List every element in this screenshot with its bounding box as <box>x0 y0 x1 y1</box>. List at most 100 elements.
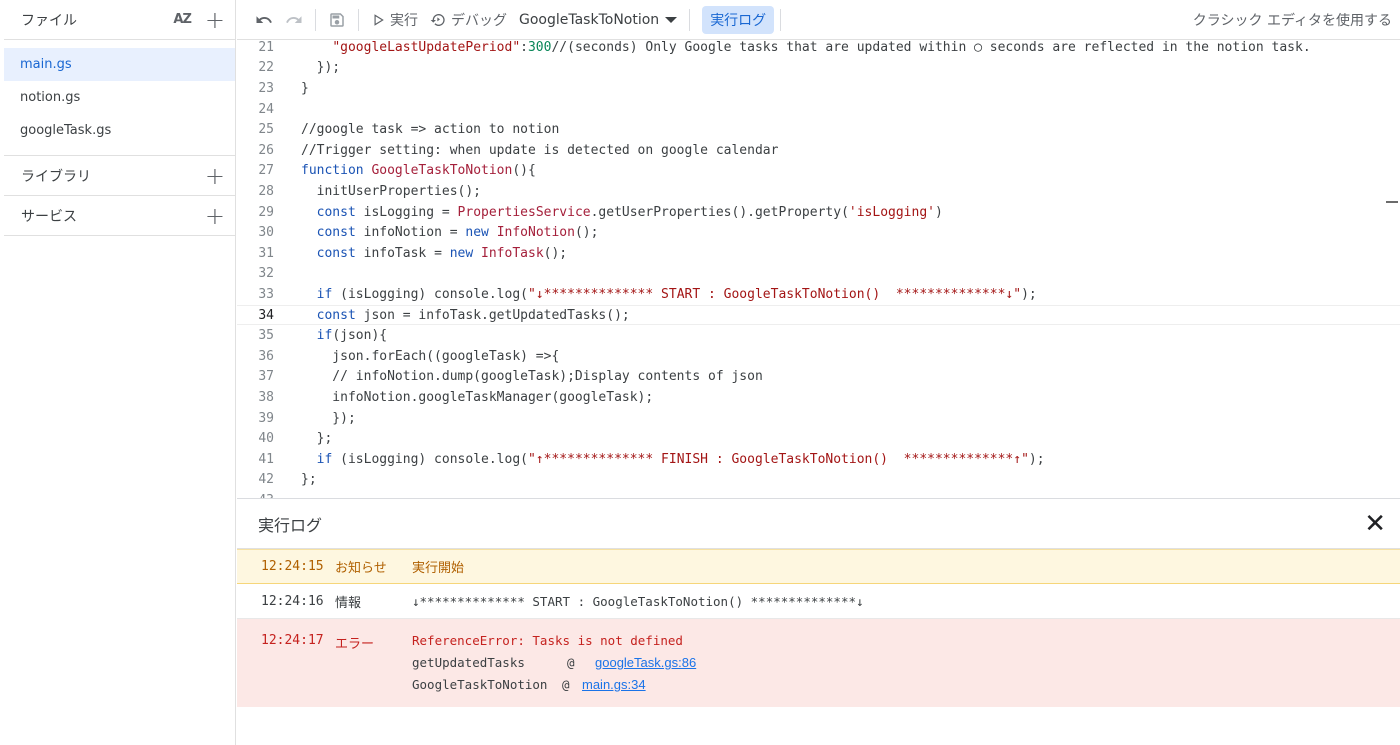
line-number: 26 <box>258 142 274 158</box>
code-line[interactable]: 26 //Trigger setting: when update is dete… <box>237 140 1400 161</box>
code-text: if(json){ <box>316 328 388 344</box>
code-line[interactable]: 41 if (isLogging) console.log("↑********… <box>237 449 1400 470</box>
line-number: 31 <box>258 245 274 261</box>
log-message: 実行開始 <box>412 561 465 576</box>
log-level: エラー <box>335 637 375 652</box>
execution-log-toggle[interactable]: 実行ログ <box>702 5 775 34</box>
log-time: 12:24:17 <box>261 633 324 648</box>
line-number: 34 <box>258 307 274 323</box>
sort-az-icon[interactable]: AZ <box>173 13 191 26</box>
code-line[interactable]: 38 infoNotion.googleTaskManager(googleTa… <box>237 387 1400 408</box>
code-line[interactable]: 23} <box>237 78 1400 99</box>
code-text: }); <box>301 60 341 76</box>
save-icon <box>330 12 344 27</box>
line-number: 36 <box>258 348 274 364</box>
toolbar-divider <box>780 8 782 31</box>
close-icon[interactable]: ✕ <box>1364 511 1386 537</box>
code-text: //Trigger setting: when update is detect… <box>301 142 779 158</box>
line-number: 37 <box>258 369 274 385</box>
code-line[interactable]: 40 }; <box>237 428 1400 449</box>
code-line[interactable]: 33 if (isLogging) console.log("↓********… <box>237 284 1400 305</box>
line-number: 23 <box>258 80 274 96</box>
line-number: 25 <box>258 122 274 138</box>
libraries-section: ライブラリ + <box>4 156 235 196</box>
trace-link-main[interactable]: main.gs:34 <box>582 677 646 692</box>
code-line[interactable]: 39 }); <box>237 408 1400 429</box>
file-item-notion[interactable]: notion.gs <box>4 81 235 114</box>
log-row-info: 12:24:16 情報 ↓************** START : Goog… <box>237 584 1400 619</box>
debug-icon <box>430 13 445 26</box>
code-line[interactable]: 42}; <box>237 470 1400 491</box>
code-line[interactable]: 29 const isLogging = PropertiesService.g… <box>237 202 1400 223</box>
code-line[interactable]: 37 // infoNotion.dump(googleTask);Displa… <box>237 367 1400 388</box>
code-line[interactable]: 27 function GoogleTaskToNotion(){ <box>237 161 1400 182</box>
code-line[interactable]: 25 //google task => action to notion <box>237 119 1400 140</box>
undo-button[interactable] <box>249 6 279 34</box>
code-line[interactable]: 32 <box>237 264 1400 285</box>
log-time: 12:24:16 <box>261 593 324 609</box>
add-service-icon[interactable]: + <box>205 204 225 228</box>
code-line[interactable]: 43 <box>237 490 1400 498</box>
stack-trace-line: getUpdatedTasks @ googleTask.gs:86 <box>412 655 1400 670</box>
classic-editor-link[interactable]: クラシック エディタを使用する <box>1193 10 1400 30</box>
code-text: initUserProperties(); <box>301 183 482 199</box>
line-number: 32 <box>258 266 274 282</box>
line-number: 22 <box>258 60 274 76</box>
scrollbar-marker[interactable] <box>1386 201 1398 203</box>
save-button[interactable] <box>322 6 352 34</box>
code-text: } <box>301 80 309 96</box>
log-title: 実行ログ <box>258 515 323 535</box>
code-line[interactable]: 31 const infoTask = new InfoTask(); <box>237 243 1400 264</box>
code-line[interactable]: 22 }); <box>237 58 1400 79</box>
redo-icon <box>286 15 302 23</box>
file-item-main[interactable]: main.gs <box>4 48 235 81</box>
add-file-icon[interactable]: + <box>205 8 225 32</box>
line-number: 35 <box>258 328 274 344</box>
code-line[interactable]: 21 "googleLastUpdatePeriod":300//(second… <box>237 40 1400 58</box>
code-line[interactable]: 24 <box>237 99 1400 120</box>
line-number: 33 <box>258 286 274 302</box>
code-text: if (isLogging) console.log("↓***********… <box>316 286 1037 302</box>
undo-icon <box>256 15 272 23</box>
code-line[interactable]: 35 if(json){ <box>237 325 1400 346</box>
log-row-notice: 12:24:15 お知らせ 実行開始 <box>237 549 1400 584</box>
code-text: if (isLogging) console.log("↑***********… <box>316 451 1045 467</box>
code-text: //google task => action to notion <box>301 122 560 138</box>
log-time: 12:24:15 <box>261 559 324 574</box>
line-number: 24 <box>258 101 274 117</box>
line-number: 41 <box>258 451 274 467</box>
log-level: 情報 <box>335 595 362 611</box>
chevron-down-icon <box>665 16 678 23</box>
run-button[interactable]: 実行 <box>365 6 424 34</box>
code-text: }); <box>301 410 356 426</box>
add-library-icon[interactable]: + <box>205 164 225 188</box>
line-number: 21 <box>258 40 274 55</box>
line-number: 40 <box>258 431 274 447</box>
line-number: 38 <box>258 389 274 405</box>
trace-link-googletask[interactable]: googleTask.gs:86 <box>595 655 696 670</box>
code-line[interactable]: 36 json.forEach((googleTask) =>{ <box>237 346 1400 367</box>
file-sidebar: ファイル AZ + main.gs notion.gs googleTask.g… <box>4 0 236 745</box>
line-number: 28 <box>258 183 274 199</box>
toolbar-divider <box>315 8 316 31</box>
error-message: ReferenceError: Tasks is not defined <box>412 633 683 648</box>
files-label: ファイル <box>21 12 77 29</box>
code-line[interactable]: 28 initUserProperties(); <box>237 181 1400 202</box>
line-number: 42 <box>258 472 274 488</box>
code-text: const json = infoTask.getUpdatedTasks(); <box>316 307 630 323</box>
debug-button[interactable]: デバッグ <box>424 6 513 34</box>
code-text: // infoNotion.dump(googleTask);Display c… <box>301 369 763 385</box>
code-line[interactable]: 34 const json = infoTask.getUpdatedTasks… <box>237 304 1400 326</box>
services-section: サービス + <box>4 196 235 236</box>
code-editor[interactable]: 21 "googleLastUpdatePeriod":300//(second… <box>237 40 1400 498</box>
file-item-googletask[interactable]: googleTask.gs <box>4 114 235 147</box>
toolbar-divider <box>689 8 691 31</box>
function-select[interactable]: GoogleTaskToNotion <box>519 11 678 28</box>
redo-button[interactable] <box>279 6 309 34</box>
code-line[interactable]: 30 const infoNotion = new InfoNotion(); <box>237 222 1400 243</box>
function-select-value: GoogleTaskToNotion <box>519 11 660 28</box>
log-row-error: 12:24:17 エラー ReferenceError: Tasks is no… <box>237 619 1400 707</box>
trace-at: @ <box>562 677 570 692</box>
code-text: const infoTask = new InfoTask(); <box>316 245 568 261</box>
line-number: 39 <box>258 410 274 426</box>
